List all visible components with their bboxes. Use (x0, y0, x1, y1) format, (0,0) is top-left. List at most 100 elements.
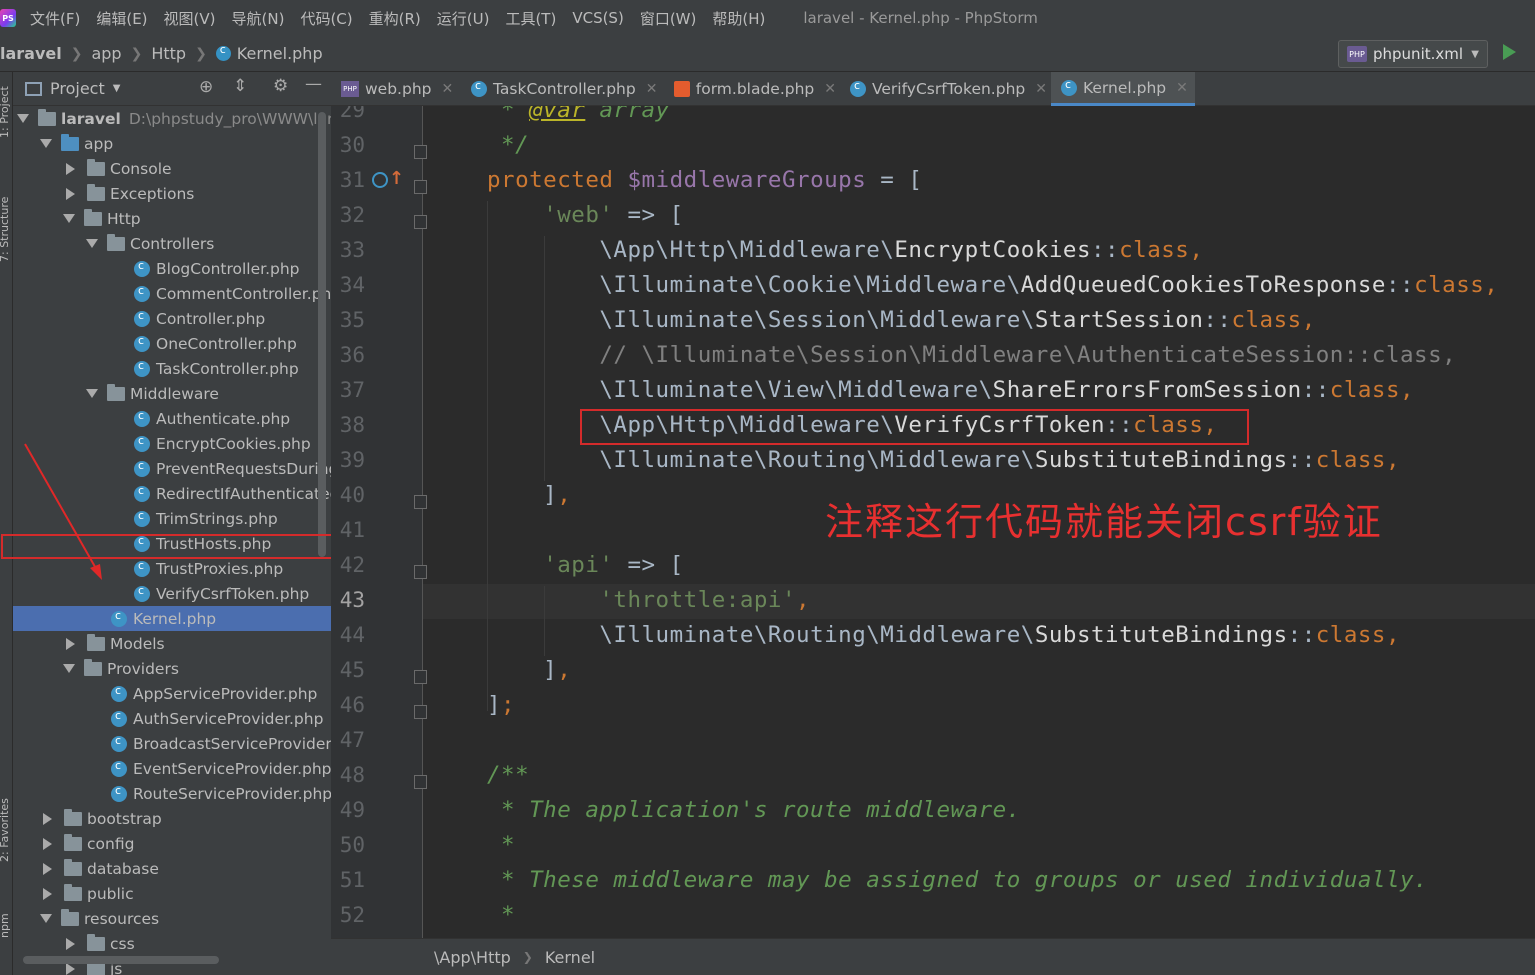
close-icon[interactable]: ✕ (1176, 80, 1188, 96)
tree-item-controller-php[interactable]: Controller.php (134, 306, 265, 331)
run-configuration-select[interactable]: PHP phpunit.xml ▼ (1338, 40, 1488, 68)
fold-marker-icon[interactable] (414, 775, 427, 789)
tree-item-onecontroller-php[interactable]: OneController.php (134, 331, 297, 356)
tab-web-php[interactable]: PHP web.php ✕ (331, 72, 457, 106)
menu-file[interactable]: 文件(F) (30, 8, 80, 29)
tree-item-routeserviceprovider-php[interactable]: RouteServiceProvider.php (111, 781, 331, 806)
tree-item-providers[interactable]: Providers (63, 656, 179, 681)
fold-marker-icon[interactable] (414, 215, 427, 229)
tree-item-blogcontroller-php[interactable]: BlogController.php (134, 256, 300, 281)
fold-marker-icon[interactable] (414, 180, 427, 194)
expand-arrow-icon[interactable] (86, 239, 98, 248)
tree-item-kernel-php[interactable]: Kernel.php (13, 606, 331, 631)
npm-tool-tab[interactable]: npm (0, 913, 11, 938)
menu-edit[interactable]: 编辑(E) (96, 8, 147, 29)
expand-arrow-icon[interactable] (63, 214, 75, 223)
gear-icon[interactable]: ⚙ (273, 76, 288, 96)
tree-item-public[interactable]: public (40, 881, 134, 906)
menu-navigate[interactable]: 导航(N) (232, 8, 285, 29)
tree-item-broadcastserviceprovider-php[interactable]: BroadcastServiceProvider.php (111, 731, 331, 756)
expand-arrow-icon[interactable] (63, 664, 75, 673)
vertical-scrollbar[interactable] (318, 112, 326, 557)
tree-item-exceptions[interactable]: Exceptions (63, 181, 194, 206)
favorites-tool-tab[interactable]: 2: Favorites (0, 798, 11, 862)
minimize-icon[interactable]: — (305, 74, 322, 94)
collapse-arrow-icon[interactable] (43, 887, 52, 900)
tab-verifycsrftoken-php[interactable]: VerifyCsrfToken.php ✕ (840, 72, 1047, 106)
code-editor[interactable]: 29 30 31 32 33 34 35 36 37 38 39 40 41 42 43 44 45 46 47 48… (331, 106, 1535, 938)
breadcrumb-namespace[interactable]: \App\Http (434, 948, 511, 967)
tree-item-app[interactable]: app (40, 131, 113, 156)
fold-marker-icon[interactable] (414, 495, 427, 509)
collapse-arrow-icon[interactable] (66, 162, 75, 175)
tree-item-eventserviceprovider-php[interactable]: EventServiceProvider.php (111, 756, 331, 781)
locate-file-icon[interactable]: ⊕ (199, 77, 213, 97)
menu-vcs[interactable]: VCS(S) (572, 9, 623, 27)
expand-arrow-icon[interactable] (86, 389, 98, 398)
breadcrumb-project[interactable]: laravel (0, 44, 62, 63)
expand-arrow-icon[interactable] (40, 139, 52, 148)
collapse-all-icon[interactable]: ⇕ (233, 76, 247, 96)
collapse-arrow-icon[interactable] (66, 637, 75, 650)
menu-refactor[interactable]: 重构(R) (369, 8, 421, 29)
project-view-title[interactable]: Project (50, 79, 105, 98)
tree-item-models[interactable]: Models (63, 631, 165, 656)
tree-item-trimstrings-php[interactable]: TrimStrings.php (134, 506, 278, 531)
tree-item-commentcontroller-php[interactable]: CommentController.php (134, 281, 331, 306)
expand-arrow-icon[interactable] (40, 914, 52, 923)
tree-item-middleware[interactable]: Middleware (86, 381, 219, 406)
menu-help[interactable]: 帮助(H) (712, 8, 765, 29)
tree-item-resources[interactable]: resources (40, 906, 159, 931)
close-icon[interactable]: ✕ (824, 81, 836, 97)
tree-item-controllers[interactable]: Controllers (86, 231, 214, 256)
collapse-arrow-icon[interactable] (66, 962, 75, 975)
tree-item-verifycsrftoken-php[interactable]: VerifyCsrfToken.php (134, 581, 309, 606)
collapse-arrow-icon[interactable] (43, 862, 52, 875)
breadcrumb-app[interactable]: app (91, 44, 121, 63)
tree-item-database[interactable]: database (40, 856, 159, 881)
menu-window[interactable]: 窗口(W) (640, 8, 697, 29)
close-icon[interactable]: ✕ (646, 81, 658, 97)
tree-item-preventrequestsduringmaintenance-php[interactable]: PreventRequestsDuringMaintenance.php (134, 456, 331, 481)
menu-run[interactable]: 运行(U) (437, 8, 490, 29)
tree-item-authserviceprovider-php[interactable]: AuthServiceProvider.php (111, 706, 323, 731)
tab-kernel-php[interactable]: Kernel.php ✕ (1051, 72, 1195, 106)
project-tool-tab[interactable]: 1: Project (0, 86, 11, 138)
override-arrow-icon[interactable]: ↑ (389, 168, 404, 189)
tree-item-appserviceprovider-php[interactable]: AppServiceProvider.php (111, 681, 317, 706)
fold-marker-icon[interactable] (414, 670, 427, 684)
tree-item-redirectifauthenticated-php[interactable]: RedirectIfAuthenticated.php (134, 481, 331, 506)
menu-code[interactable]: 代码(C) (300, 8, 352, 29)
fold-marker-icon[interactable] (414, 145, 427, 159)
tree-item-console[interactable]: Console (63, 156, 172, 181)
tree-item-config[interactable]: config (40, 831, 134, 856)
run-button[interactable] (1503, 44, 1516, 60)
menu-tools[interactable]: 工具(T) (505, 8, 556, 29)
tree-item-taskcontroller-php[interactable]: TaskController.php (134, 356, 299, 381)
tree-item-encryptcookies-php[interactable]: EncryptCookies.php (134, 431, 311, 456)
dropdown-arrow-icon[interactable]: ▼ (113, 83, 121, 94)
tree-item-css[interactable]: css (63, 931, 135, 956)
tree-item-trustproxies-php[interactable]: TrustProxies.php (134, 556, 283, 581)
breadcrumb-kernel[interactable]: Kernel.php (237, 44, 323, 63)
collapse-arrow-icon[interactable] (66, 187, 75, 200)
close-icon[interactable]: ✕ (441, 81, 453, 97)
expand-arrow-icon[interactable] (17, 114, 29, 123)
horizontal-scrollbar[interactable] (23, 956, 219, 964)
breadcrumb-http[interactable]: Http (151, 44, 186, 63)
tree-item-http[interactable]: Http (63, 206, 141, 231)
collapse-arrow-icon[interactable] (66, 937, 75, 950)
tree-item-authenticate-php[interactable]: Authenticate.php (134, 406, 290, 431)
close-icon[interactable]: ✕ (1035, 81, 1047, 97)
collapse-arrow-icon[interactable] (43, 837, 52, 850)
collapse-arrow-icon[interactable] (43, 812, 52, 825)
implements-icon[interactable] (372, 172, 388, 188)
menu-view[interactable]: 视图(V) (164, 8, 216, 29)
tree-item-bootstrap[interactable]: bootstrap (40, 806, 162, 831)
fold-marker-icon[interactable] (414, 705, 427, 719)
tab-form-blade-php[interactable]: form.blade.php ✕ (664, 72, 836, 106)
fold-marker-icon[interactable] (414, 565, 427, 579)
tab-taskcontroller-php[interactable]: TaskController.php ✕ (461, 72, 660, 106)
breadcrumb-class[interactable]: Kernel (545, 948, 595, 967)
tree-root-laravel[interactable]: laravel D:\phpstudy_pro\WWW\laravel (17, 106, 331, 131)
